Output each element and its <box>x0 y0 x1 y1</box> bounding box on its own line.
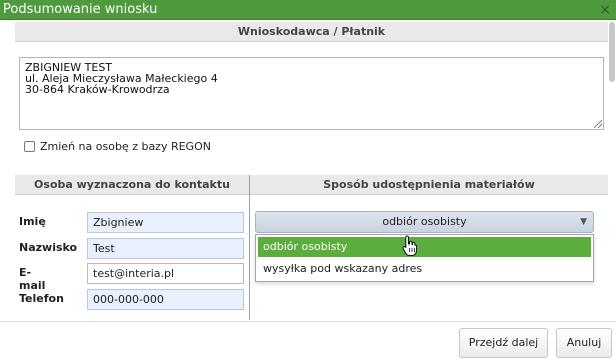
contact-section-header: Osoba wyznaczona do kontaktu <box>15 175 249 195</box>
regon-checkbox-row[interactable]: Zmień na osobę z bazy REGON <box>24 139 211 153</box>
dropdown-arrow-icon[interactable]: ▼ <box>580 212 587 232</box>
cancel-button[interactable]: Anuluj <box>556 328 612 358</box>
regon-checkbox-label[interactable]: Zmień na osobę z bazy REGON <box>40 140 211 153</box>
delivery-section-header: Sposób udostępnienia materiałów <box>250 175 608 195</box>
applicant-address-textarea[interactable]: ZBIGNIEW TEST ul. Aleja Mieczysława Małe… <box>19 57 604 130</box>
regon-checkbox[interactable] <box>24 140 35 152</box>
email-label: E-mail <box>19 266 46 292</box>
delivery-method-select[interactable]: odbiór osobisty ▼ <box>255 211 594 233</box>
footer-separator <box>0 321 616 322</box>
delivery-method-selected-value: odbiór osobisty <box>382 215 467 228</box>
address-line: 30-864 Kraków-Krowodrza <box>25 83 170 96</box>
applicant-section-header: Wnioskodawca / Płatnik <box>15 22 608 42</box>
dropdown-option-shipping[interactable]: wysyłka pod wskazany adres <box>258 259 591 279</box>
vertical-scrollbar[interactable] <box>608 20 616 320</box>
dialog-titlebar: Podsumowanie wniosku × <box>0 0 616 20</box>
first-name-input[interactable]: Zbigniew <box>87 212 244 233</box>
delivery-method-dropdown: odbiór osobisty wysyłka pod wskazany adr… <box>255 234 594 282</box>
column-divider <box>249 175 250 320</box>
dropdown-option-personal-pickup[interactable]: odbiór osobisty <box>258 237 591 257</box>
email-input[interactable]: test@interia.pl <box>87 263 244 284</box>
close-icon[interactable]: × <box>597 2 613 18</box>
first-name-label: Imię <box>19 215 46 228</box>
next-button[interactable]: Przejdź dalej <box>459 328 548 358</box>
last-name-label: Nazwisko <box>19 241 78 254</box>
hand-pointer-icon <box>402 235 417 256</box>
resize-handle-icon[interactable] <box>594 120 602 128</box>
phone-label: Telefon <box>19 292 64 305</box>
dialog-title: Podsumowanie wniosku <box>3 2 158 17</box>
last-name-input[interactable]: Test <box>87 238 244 259</box>
phone-input[interactable]: 000-000-000 <box>87 289 244 310</box>
scrollbar-thumb[interactable] <box>609 22 615 82</box>
